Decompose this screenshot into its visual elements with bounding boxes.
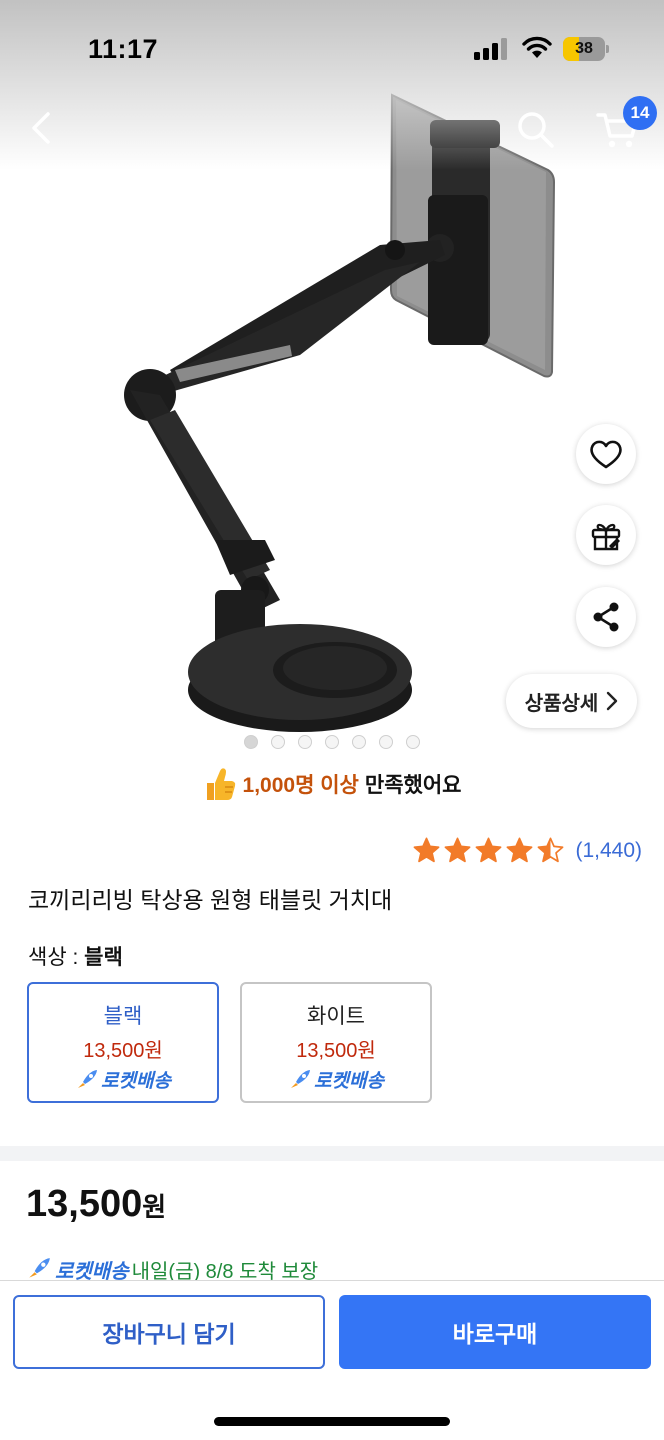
carousel-dot[interactable] [406,735,420,749]
satisfaction-banner: 1,000명 이상 만족했어요 [0,762,664,806]
cellular-signal-icon [474,38,507,60]
price-unit: 원 [142,1192,167,1222]
delivery-text: 내일(금) 8/8 도착 보장 [131,1260,319,1283]
option-card-white[interactable]: 화이트 13,500원 로켓배송 [240,982,432,1103]
option-label-text: 색상 : [28,946,79,969]
star-icon [445,837,471,863]
heart-icon [590,440,622,469]
rocket-delivery-badge: 로켓배송 [242,1066,430,1093]
share-icon [593,602,619,632]
satisfaction-highlight: 1,000명 이상 [242,774,359,797]
option-name: 화이트 [307,1005,365,1028]
rocket-delivery-badge: 로켓배송 [29,1066,217,1093]
share-button[interactable] [576,587,636,647]
gift-icon [591,523,621,551]
carousel-dots[interactable] [244,735,420,749]
satisfaction-text: 만족했어요 [364,774,462,797]
status-bar: 11:17 38 [0,0,664,100]
rocket-delivery-label: 로켓배송 [314,1071,384,1092]
status-time: 11:17 [88,34,159,64]
option-card-black[interactable]: 블랙 13,500원 로켓배송 [27,982,219,1103]
wishlist-button[interactable] [576,424,636,484]
home-indicator [214,1417,450,1426]
rating-stars [412,836,565,865]
carousel-dot[interactable] [298,735,312,749]
product-detail-label: 상품상세 [524,692,599,715]
bottom-action-bar: 장바구니 담기 바로구매 [0,1280,664,1440]
option-name: 블랙 [103,1005,143,1028]
search-icon[interactable] [514,108,556,150]
carousel-dot[interactable] [325,735,339,749]
carousel-dot[interactable] [244,735,258,749]
section-divider [0,1146,664,1161]
battery-percent: 38 [575,40,593,57]
star-icon [507,837,533,863]
rocket-icon [78,1069,98,1088]
delivery-badge: 로켓배송 [55,1260,129,1283]
cart-count-badge: 14 [623,96,657,130]
buy-now-button[interactable]: 바로구매 [339,1295,651,1369]
option-label: 색상 : 블랙 [28,941,123,971]
wifi-icon [522,36,552,58]
option-selected-value: 블랙 [84,946,123,969]
star-icon [538,837,564,863]
carousel-dot[interactable] [271,735,285,749]
product-image-area[interactable]: 11:17 38 14 상품상세 [0,0,664,760]
rocket-icon [291,1069,311,1088]
star-icon [476,837,502,863]
delivery-info: 로켓배송 내일(금) 8/8 도착 보장 [26,1256,318,1282]
rocket-delivery-label: 로켓배송 [101,1071,171,1092]
star-icon [414,837,440,863]
rocket-icon [29,1258,50,1278]
chevron-right-icon [607,691,618,711]
option-price: 13,500원 [296,1040,376,1062]
battery-indicator: 38 [563,37,609,61]
product-detail-button[interactable]: 상품상세 [506,674,637,728]
price-amount: 13,500 [26,1183,143,1225]
carousel-dot[interactable] [352,735,366,749]
chevron-left-icon[interactable] [22,108,62,148]
product-title: 코끼리리빙 탁상용 원형 태블릿 거치대 [28,887,393,913]
add-to-cart-button[interactable]: 장바구니 담기 [13,1295,325,1369]
thumbs-up-icon [206,768,235,800]
gift-button[interactable] [576,505,636,565]
product-price: 13,500원 [26,1183,166,1226]
rating-count[interactable]: (1,440) [575,839,642,863]
carousel-dot[interactable] [379,735,393,749]
option-price: 13,500원 [83,1040,163,1062]
product-rating[interactable]: (1,440) [412,836,642,865]
